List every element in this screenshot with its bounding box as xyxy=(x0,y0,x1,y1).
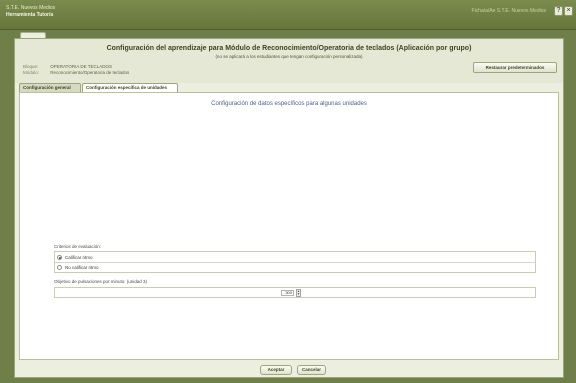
meta-value: OPERATORIA DE TECLADOS xyxy=(50,64,113,69)
cancel-button[interactable]: Cancelar xyxy=(297,365,326,375)
content-heading: Configuración de datos específicos para … xyxy=(211,101,367,107)
user-link[interactable]: Ficha/a/Ae S.T.E. Nuevos Medios xyxy=(472,8,546,14)
page-title: Configuración del aprendizaje para Módul… xyxy=(106,45,472,52)
footer: Aceptar Cancelar xyxy=(15,363,563,377)
radio-option-grade-rhythm[interactable]: Calificar ritmo xyxy=(57,253,93,262)
radio-label: Calificar ritmo xyxy=(65,255,93,260)
tab-content: Configuración de datos específicos para … xyxy=(19,92,559,360)
app-subtitle: Herramienta Tutor/a xyxy=(6,12,54,18)
help-button[interactable]: ? xyxy=(554,6,563,16)
goal-group: 300 ▲ ▼ xyxy=(54,287,536,298)
close-button[interactable]: × xyxy=(564,6,573,16)
meta-key: Bloque: xyxy=(23,64,39,69)
spin-arrows-icon[interactable]: ▲ ▼ xyxy=(296,289,301,297)
goal-label: Objetivo de pulsaciones por minuto: (uni… xyxy=(54,279,148,284)
meta-value: Reconocimiento/Operatoria de teclados xyxy=(50,70,130,75)
app-title: S.T.E. Nuevos Medios xyxy=(6,5,56,11)
meta-key: Módulo: xyxy=(23,70,40,75)
tab-general[interactable]: Configuración general xyxy=(19,83,81,92)
meta-module: Módulo: Reconocimiento/Operatoria de tec… xyxy=(23,70,129,75)
criteria-label: Criterios de evaluación: xyxy=(54,244,102,249)
radio-checked-icon[interactable] xyxy=(57,255,62,261)
restore-defaults-button[interactable]: Restaurar predeterminados xyxy=(473,62,557,73)
radio-option-no-grade-rhythm[interactable]: No calificar ritmo xyxy=(57,263,99,272)
keystrokes-input[interactable]: 300 xyxy=(281,290,294,296)
divider xyxy=(55,262,535,263)
panel-header: Configuración del aprendizaje para Módul… xyxy=(15,39,563,83)
tab-specific-units[interactable]: Configuración específica de unidades xyxy=(82,83,178,92)
radio-label: No calificar ritmo xyxy=(65,265,99,270)
radio-unchecked-icon[interactable] xyxy=(57,265,62,271)
criteria-group: Calificar ritmo No calificar ritmo xyxy=(54,251,536,273)
page-note: (no se aplicará a los estudiantes que te… xyxy=(215,54,363,59)
meta-block: Bloque: OPERATORIA DE TECLADOS xyxy=(23,64,112,69)
accept-button[interactable]: Aceptar xyxy=(260,365,292,375)
config-panel: Configuración del aprendizaje para Módul… xyxy=(14,38,564,378)
top-bar: S.T.E. Nuevos Medios Herramienta Tutor/a… xyxy=(0,0,576,30)
